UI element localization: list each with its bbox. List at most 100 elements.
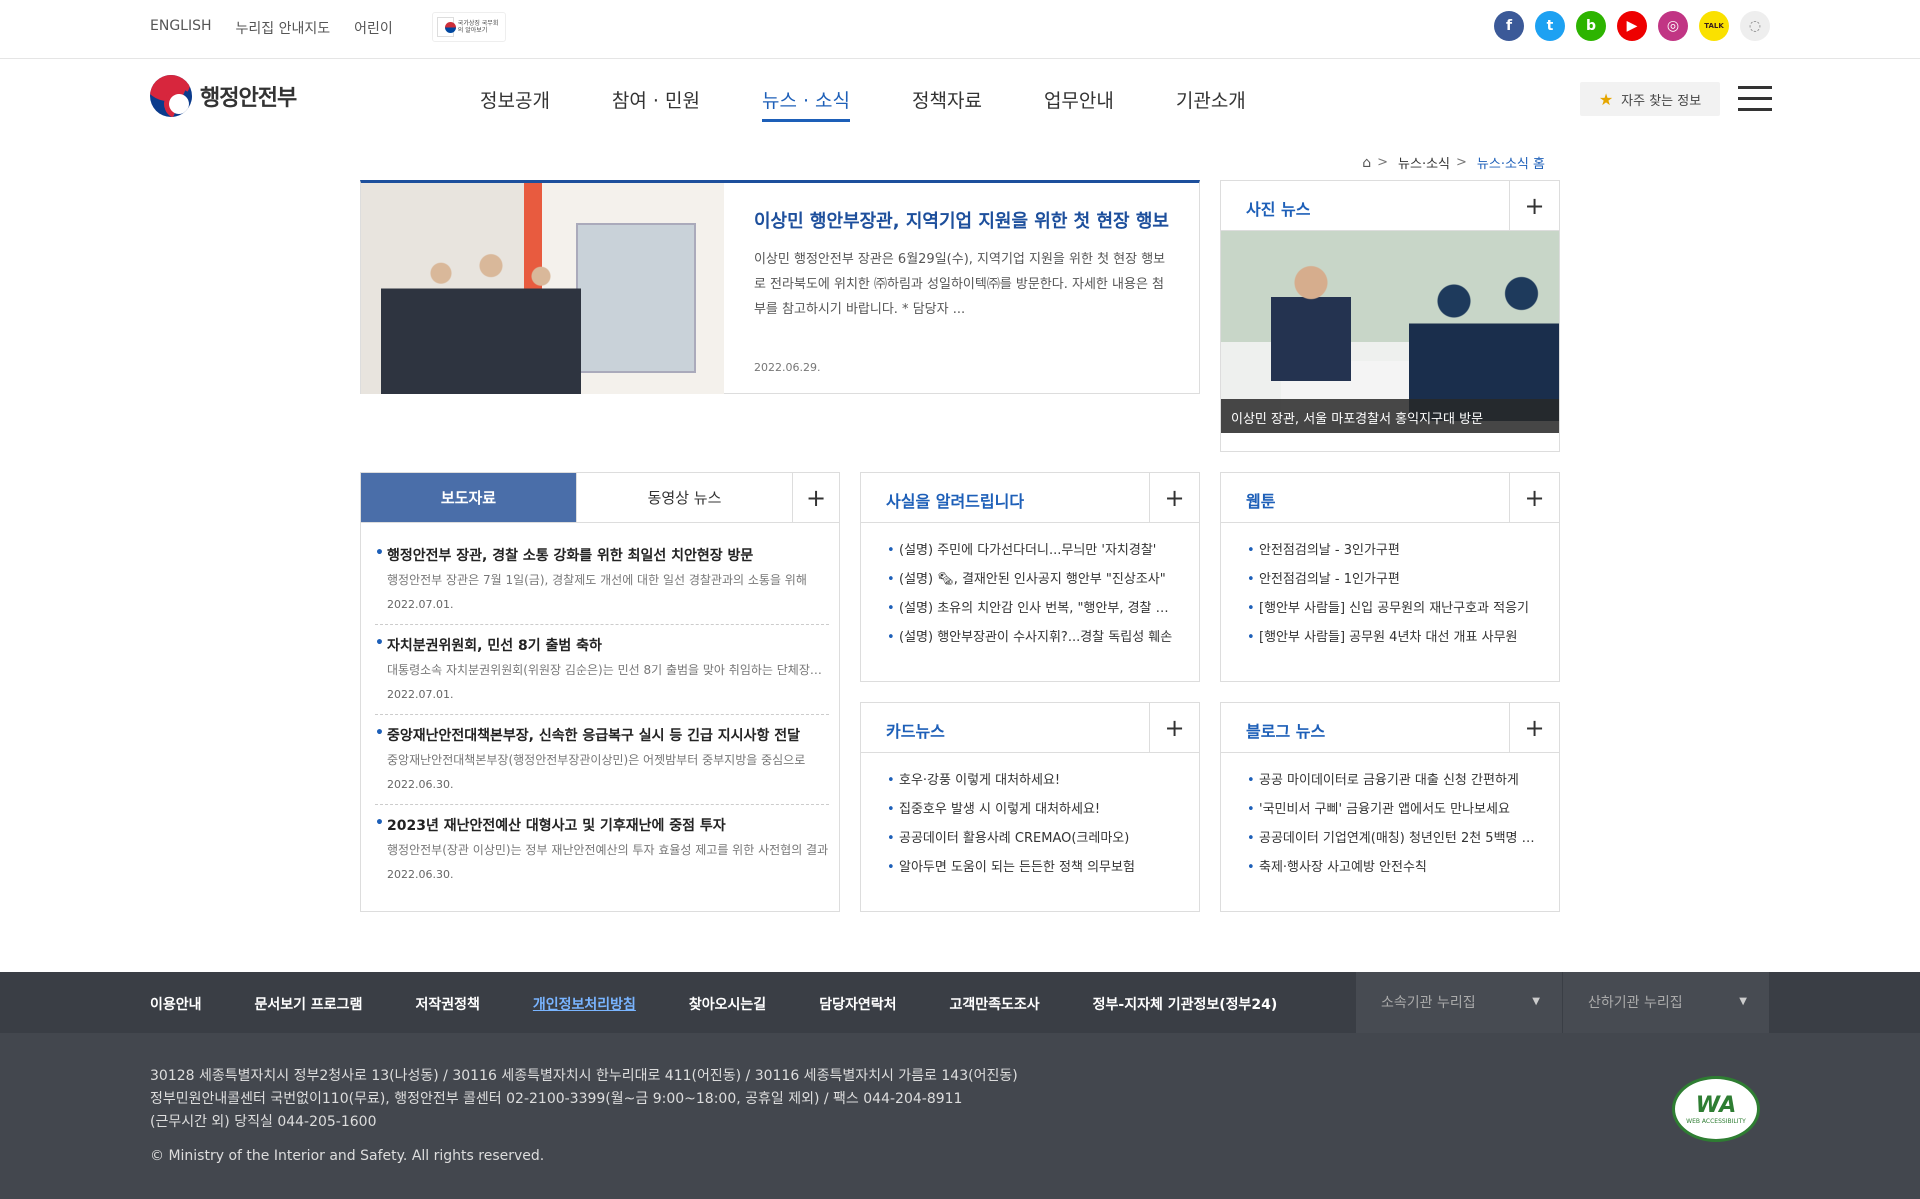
list-item[interactable]: 호우·강풍 이렇게 대처하세요! xyxy=(887,771,1179,800)
gov-symbol-badge[interactable]: 국가상징 국무회의 알아보기 xyxy=(432,12,506,42)
kids-link[interactable]: 어린이 xyxy=(354,18,393,38)
card-news-list: 호우·강풍 이렇게 대처하세요!집중호우 발생 시 이렇게 대처하세요!공공데이… xyxy=(861,753,1199,887)
webtoon-list: 안전점검의날 - 3인가구편안전점검의날 - 1인가구편[행안부 사람들] 신입… xyxy=(1221,523,1559,657)
menu-button[interactable] xyxy=(1738,86,1772,112)
tab-video-news[interactable]: 동영상 뉴스 xyxy=(577,473,793,522)
press-date: 2022.07.01. xyxy=(387,688,454,701)
footer-link[interactable]: 찾아오시는길 xyxy=(689,994,766,1014)
press-item[interactable]: 2023년 재난안전예산 대형사고 및 기후재난에 중점 투자행정안전부(장관 … xyxy=(375,805,829,895)
list-item[interactable]: 공공데이터 기업연계(매칭) 청년인턴 2천 5백명 모집 xyxy=(1247,829,1539,858)
youtube-icon[interactable]: ▶ xyxy=(1617,11,1647,41)
breadcrumb: ⌂ > 뉴스·소식 > 뉴스·소식 홈 xyxy=(1362,153,1545,173)
footer-link[interactable]: 고객만족도조사 xyxy=(949,994,1039,1014)
blog-news-more-button[interactable]: + xyxy=(1509,703,1559,752)
dropdown-arrow-icon: ▼ xyxy=(1532,996,1540,1007)
kakao-icon[interactable]: TALK xyxy=(1699,11,1729,41)
nav-item[interactable]: 업무안내 xyxy=(1044,86,1114,122)
photo-news-box: 사진 뉴스 + 이상민 장관, 서울 마포경찰서 홍익지구대 방문 xyxy=(1220,180,1560,452)
photo-news-title: 사진 뉴스 xyxy=(1246,200,1311,219)
tab-press-release[interactable]: 보도자료 xyxy=(361,473,577,522)
featured-photo[interactable] xyxy=(361,183,724,394)
list-item[interactable]: (설명) 🗞, 결재안된 인사공지 행안부 "진상조사" xyxy=(887,570,1179,599)
press-title[interactable]: 중앙재난안전대책본부장, 신속한 응급복구 실시 등 긴급 지시사항 전달 xyxy=(375,725,829,745)
list-item[interactable]: (설명) 행안부장관이 수사지휘?...경찰 독립성 훼손 xyxy=(887,628,1179,657)
nav-item[interactable]: 참여 · 민원 xyxy=(612,86,700,122)
list-item[interactable]: (설명) 초유의 치안감 인사 번복, "행안부, 경찰 인사 개입" xyxy=(887,599,1179,628)
list-item[interactable]: 안전점검의날 - 3인가구편 xyxy=(1247,541,1539,570)
list-item[interactable]: 축제·행사장 사고예방 안전수칙 xyxy=(1247,858,1539,887)
card-news-title: 카드뉴스 xyxy=(886,722,945,741)
press-title[interactable]: 2023년 재난안전예산 대형사고 및 기후재난에 중점 투자 xyxy=(375,815,829,835)
press-release-box: 보도자료 동영상 뉴스 + 행정안전부 장관, 경찰 소통 강화를 위한 최일선… xyxy=(360,472,840,912)
nav-item[interactable]: 정보공개 xyxy=(480,86,550,122)
press-title[interactable]: 행정안전부 장관, 경찰 소통 강화를 위한 최일선 치안현장 방문 xyxy=(375,545,829,565)
list-item[interactable]: 알아두면 도움이 되는 든든한 정책 의무보험 xyxy=(887,858,1179,887)
blog-news-title: 블로그 뉴스 xyxy=(1246,722,1326,741)
featured-title[interactable]: 이상민 행안부장관, 지역기업 지원을 위한 첫 현장 행보 xyxy=(754,207,1169,233)
list-item[interactable]: 안전점검의날 - 1인가구편 xyxy=(1247,570,1539,599)
card-news-more-button[interactable]: + xyxy=(1149,703,1199,752)
press-item[interactable]: 행정안전부 장관, 경찰 소통 강화를 위한 최일선 치안현장 방문행정안전부 … xyxy=(375,535,829,625)
utility-links: ENGLISH 누리집 안내지도 어린이 xyxy=(150,18,393,38)
press-desc: 행정안전부 장관은 7월 1일(금), 경찰제도 개선에 대한 일선 경찰관과의… xyxy=(387,573,807,587)
blog-news-list: 공공 마이데이터로 금융기관 대출 신청 간편하게'국민비서 구삐' 금융기관 … xyxy=(1221,753,1559,887)
dropdown-arrow-icon: ▼ xyxy=(1739,996,1747,1007)
press-item[interactable]: 중앙재난안전대책본부장, 신속한 응급복구 실시 등 긴급 지시사항 전달중앙재… xyxy=(375,715,829,805)
star-icon: ★ xyxy=(1598,89,1614,109)
list-item[interactable]: [행안부 사람들] 공무원 4년차 대선 개표 사무원 xyxy=(1247,628,1539,657)
duty-line: (근무시간 외) 당직실 044-205-1600 xyxy=(150,1114,377,1130)
hamburger-icon xyxy=(1738,86,1772,89)
nav-item[interactable]: 기관소개 xyxy=(1176,86,1246,122)
featured-news: 이상민 행안부장관, 지역기업 지원을 위한 첫 현장 행보 이상민 행정안전부… xyxy=(360,180,1200,394)
twitter-icon[interactable]: t xyxy=(1535,11,1565,41)
photo-news-more-button[interactable]: + xyxy=(1509,181,1559,230)
affiliated-sites-select[interactable]: 소속기관 누리집 ▼ xyxy=(1356,972,1562,1033)
wa-text: WEB ACCESSIBILITY xyxy=(1686,1118,1746,1125)
footer-nav: 이용안내 문서보기 프로그램 저작권정책 개인정보처리방침 찾아오시는길 담당자연락처 고객… xyxy=(0,972,1920,1033)
english-link[interactable]: ENGLISH xyxy=(150,18,212,38)
list-item[interactable]: 집중호우 발생 시 이렇게 대처하세요! xyxy=(887,800,1179,829)
sns-links: f t b ▶ ◎ TALK ◌ xyxy=(1494,11,1770,41)
breadcrumb-current: 뉴스·소식 홈 xyxy=(1476,157,1545,172)
facebook-icon[interactable]: f xyxy=(1494,11,1524,41)
press-item[interactable]: 자치분권위원회, 민선 8기 출범 축하대통령소속 자치분권위원회(위원장 김순… xyxy=(375,625,829,715)
press-date: 2022.07.01. xyxy=(387,598,454,611)
subsidiary-sites-select[interactable]: 산하기관 누리집 ▼ xyxy=(1563,972,1769,1033)
footer-link[interactable]: 문서보기 프로그램 xyxy=(255,994,363,1014)
extra-sns-icon[interactable]: ◌ xyxy=(1740,11,1770,41)
blog-news-box: 블로그 뉴스 + 공공 마이데이터로 금융기관 대출 신청 간편하게'국민비서 … xyxy=(1220,702,1560,912)
taegeuk-logo-icon xyxy=(150,75,192,117)
blog-icon[interactable]: b xyxy=(1576,11,1606,41)
address-line: 30128 세종특별자치시 정부2청사로 13(나성동) / 30116 세종특… xyxy=(150,1068,1018,1084)
photo-news-image[interactable]: 이상민 장관, 서울 마포경찰서 홍익지구대 방문 xyxy=(1221,231,1559,433)
instagram-icon[interactable]: ◎ xyxy=(1658,11,1688,41)
footer-link[interactable]: 저작권정책 xyxy=(415,994,479,1014)
webtoon-more-button[interactable]: + xyxy=(1509,473,1559,522)
ministry-logo[interactable]: 행정안전부 xyxy=(150,75,297,117)
list-item[interactable]: '국민비서 구삐' 금융기관 앱에서도 만나보세요 xyxy=(1247,800,1539,829)
footer-link[interactable]: 담당자연락처 xyxy=(819,994,896,1014)
breadcrumb-item[interactable]: 뉴스·소식 xyxy=(1398,153,1450,172)
nav-item[interactable]: 뉴스 · 소식 xyxy=(761,86,851,122)
featured-desc: 이상민 행정안전부 장관은 6월29일(수), 지역기업 지원을 위한 첫 현장… xyxy=(753,252,1166,317)
web-accessibility-badge[interactable]: WA WEB ACCESSIBILITY xyxy=(1672,1076,1760,1142)
footer-link[interactable]: 이용안내 xyxy=(150,994,202,1014)
footer-links: 이용안내 문서보기 프로그램 저작권정책 개인정보처리방침 찾아오시는길 담당자연락처 고객… xyxy=(150,994,1277,1014)
footer: 30128 세종특별자치시 정부2청사로 13(나성동) / 30116 세종특… xyxy=(0,1033,1920,1199)
press-title[interactable]: 자치분권위원회, 민선 8기 출범 축하 xyxy=(375,635,829,655)
list-item[interactable]: (설명) 주민에 다가선다더니...무늬만 '자치경찰' xyxy=(887,541,1179,570)
contact-line: 정부민원안내콜센터 국번없이110(무료), 행정안전부 콜센터 02-2100… xyxy=(150,1091,963,1107)
list-item[interactable]: 공공데이터 활용사례 CREMAO(크레마오) xyxy=(887,829,1179,858)
sitemap-link[interactable]: 누리집 안내지도 xyxy=(236,18,331,38)
utility-bar: ENGLISH 누리집 안내지도 어린이 국가상징 국무회의 알아보기 f t b ▶… xyxy=(0,0,1920,59)
footer-link[interactable]: 개인정보처리방침 xyxy=(533,994,636,1014)
list-item[interactable]: [행안부 사람들] 신입 공무원의 재난구호과 적응기 xyxy=(1247,599,1539,628)
home-icon[interactable]: ⌂ xyxy=(1362,155,1371,171)
favorites-button[interactable]: ★ 자주 찾는 정보 xyxy=(1580,82,1720,116)
press-more-button[interactable]: + xyxy=(793,473,839,522)
footer-link[interactable]: 정부-지자체 기관정보(정부24) xyxy=(1093,994,1278,1014)
facts-more-button[interactable]: + xyxy=(1149,473,1199,522)
facts-title: 사실을 알려드립니다 xyxy=(886,492,1025,511)
list-item[interactable]: 공공 마이데이터로 금융기관 대출 신청 간편하게 xyxy=(1247,771,1539,800)
nav-item[interactable]: 정책자료 xyxy=(912,86,982,122)
